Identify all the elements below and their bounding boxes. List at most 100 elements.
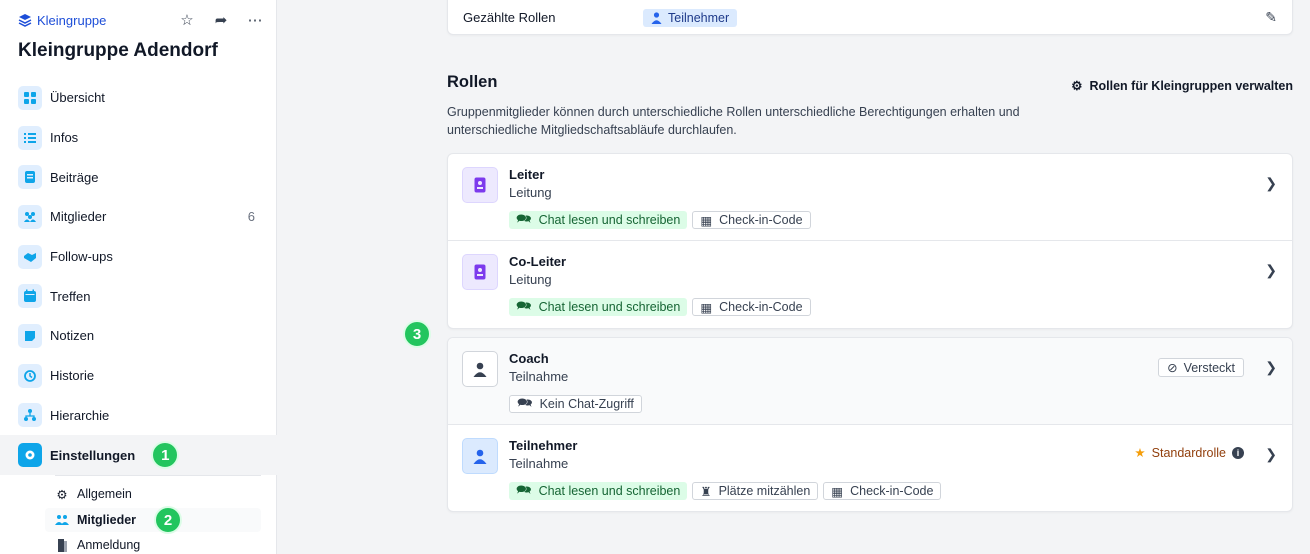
role-type: Teilnahme — [509, 369, 569, 384]
chat-permission-tag: 🗪 Chat lesen und schreiben — [509, 211, 688, 229]
share-icon[interactable]: ➦ — [213, 11, 229, 29]
counted-roles-card: Gezählte Rollen Teilnehmer ✎ — [447, 0, 1293, 35]
sidebar-item-uebersicht[interactable]: Übersicht — [0, 78, 277, 118]
hidden-label: Versteckt — [1183, 360, 1235, 375]
chat-icon: 🗪 — [516, 482, 532, 497]
sidebar-item-beitraege[interactable]: Beiträge — [0, 157, 277, 197]
page-title: Kleingruppe Adendorf — [18, 40, 218, 61]
sidebar-item-historie[interactable]: Historie — [0, 356, 277, 396]
roles-description: Gruppenmitglieder können durch unterschi… — [447, 105, 1020, 137]
hierarchy-icon — [18, 403, 42, 428]
hidden-badge: ⊘ Versteckt — [1158, 358, 1244, 377]
tag-label: Check-in-Code — [719, 300, 803, 314]
sidebar-item-follow-ups[interactable]: Follow-ups — [0, 237, 277, 277]
sidebar-item-label: Hierarchie — [50, 407, 110, 423]
sidebar-item-infos[interactable]: Infos — [0, 118, 277, 158]
role-chip-label: Teilnehmer — [668, 10, 730, 25]
tag-label: Kein Chat-Zugriff — [539, 397, 634, 411]
sidebar-item-hierarchie[interactable]: Hierarchie — [0, 396, 277, 436]
sidebar-item-label: Einstellungen — [50, 447, 136, 463]
edit-pencil-icon[interactable]: ✎ — [1265, 9, 1277, 26]
role-row-coach[interactable]: Coach Teilnahme 🗪 Kein Chat-Zugriff ⊘ Vers… — [448, 338, 1292, 425]
gear-icon: ⚙ — [1071, 79, 1083, 93]
qr-icon: ▦ — [700, 213, 713, 228]
annotation-badge-3: 3 — [403, 320, 431, 348]
no-chat-tag: 🗪 Kein Chat-Zugriff — [509, 395, 642, 413]
sub-item-label: Mitglieder — [77, 513, 137, 527]
list-icon — [18, 125, 42, 150]
eye-slash-icon: ⊘ — [1167, 361, 1178, 375]
sidebar-item-label: Treffen — [50, 288, 91, 304]
sidebar-item-label: Mitglieder — [50, 209, 107, 225]
gear-icon — [18, 443, 42, 468]
role-type: Leitung — [509, 272, 552, 287]
role-name: Teilnehmer — [509, 438, 578, 453]
seat-icon: ♜ — [700, 484, 712, 499]
sub-item-anmeldung[interactable]: Anmeldung — [45, 533, 261, 554]
default-role-text: Standardrolle — [1151, 445, 1226, 460]
roles-section-title: Rollen — [447, 73, 498, 91]
sidebar-nav: Übersicht Infos Beiträge Mitglieder 6 Fo… — [0, 78, 277, 475]
more-icon[interactable]: ⋯ — [247, 11, 263, 29]
annotation-badge-1: 1 — [151, 441, 180, 470]
layers-icon — [18, 14, 32, 27]
sub-item-label: Anmeldung — [77, 538, 141, 552]
sidebar-item-notizen[interactable]: Notizen — [0, 316, 277, 356]
sub-item-mitglieder[interactable]: Mitglieder 2 — [45, 506, 261, 534]
counted-roles-label: Gezählte Rollen — [463, 10, 556, 25]
sidebar-item-einstellungen[interactable]: Einstellungen 1 — [0, 435, 277, 475]
role-name: Co-Leiter — [509, 254, 567, 269]
sub-item-label: Allgemein — [77, 487, 132, 501]
chevron-right-icon[interactable]: ❯ — [1265, 446, 1277, 463]
role-row-co-leiter[interactable]: Co-Leiter Leitung 🗪 Chat lesen und schrei… — [448, 241, 1292, 328]
star-icon: ★ — [1134, 446, 1146, 460]
role-chip: Teilnehmer — [643, 8, 738, 27]
sidebar-item-label: Infos — [50, 130, 79, 146]
default-role-label: ★ Standardrolle i — [1134, 445, 1244, 460]
chat-icon: 🗪 — [516, 298, 532, 313]
role-type: Teilnahme — [509, 456, 569, 471]
chat-permission-tag: 🗪 Chat lesen und schreiben — [509, 482, 688, 500]
chevron-right-icon[interactable]: ❯ — [1265, 175, 1277, 192]
roles-leadership-card: Leiter Leitung 🗪 Chat lesen und schreiben… — [447, 153, 1293, 329]
checkin-tag: ▦ Check-in-Code — [692, 211, 811, 229]
sidebar-item-mitglieder[interactable]: Mitglieder 6 — [0, 197, 277, 237]
manage-roles-link[interactable]: ⚙ Rollen für Kleingruppen verwalten — [1071, 78, 1294, 94]
brand-label: Kleingruppe — [37, 12, 107, 28]
info-icon[interactable]: i — [1232, 446, 1244, 459]
chevron-right-icon[interactable]: ❯ — [1265, 262, 1277, 279]
count-seats-tag: ♜ Plätze mitzählen — [692, 482, 819, 500]
badge-icon — [462, 167, 498, 203]
users-icon — [54, 514, 70, 526]
door-icon — [54, 538, 70, 552]
users-icon — [18, 204, 42, 229]
role-row-leiter[interactable]: Leiter Leitung 🗪 Chat lesen und schreiben… — [448, 154, 1292, 241]
tag-label: Check-in-Code — [719, 213, 803, 227]
sidebar-item-treffen[interactable]: Treffen — [0, 276, 277, 316]
sub-item-allgemein[interactable]: ⚙ Allgemein — [45, 482, 261, 506]
tag-label: Check-in-Code — [850, 484, 934, 498]
tag-label: Chat lesen und schreiben — [538, 213, 681, 227]
gear-icon: ⚙ — [56, 487, 68, 502]
role-row-teilnehmer[interactable]: Teilnehmer Teilnahme 🗪 Chat lesen und sch… — [448, 425, 1292, 512]
roles-participation-card: Coach Teilnahme 🗪 Kein Chat-Zugriff ⊘ Vers… — [447, 337, 1293, 512]
checkin-tag: ▦ Check-in-Code — [692, 298, 811, 316]
sidebar-item-label: Follow-ups — [50, 249, 113, 265]
grid-icon — [18, 85, 42, 110]
posts-icon — [18, 165, 42, 190]
checkin-tag: ▦ Check-in-Code — [823, 482, 942, 500]
star-icon[interactable]: ☆ — [179, 11, 195, 29]
brand-link[interactable]: Kleingruppe — [18, 13, 106, 28]
sidebar: Kleingruppe ☆ ➦ ⋯ Kleingruppe Adendorf Ü… — [0, 0, 277, 554]
chat-permission-tag: 🗪 Chat lesen und schreiben — [509, 298, 688, 316]
qr-icon: ▦ — [700, 300, 713, 315]
sidebar-item-label: Beiträge — [50, 169, 99, 185]
member-count: 6 — [247, 209, 255, 225]
tag-label: Chat lesen und schreiben — [538, 484, 681, 498]
tag-label: Plätze mitzählen — [718, 484, 811, 498]
chevron-right-icon[interactable]: ❯ — [1265, 359, 1277, 376]
chat-icon: 🗪 — [517, 395, 533, 410]
manage-roles-label: Rollen für Kleingruppen verwalten — [1089, 78, 1294, 93]
history-icon — [18, 363, 42, 388]
role-type: Leitung — [509, 185, 552, 200]
